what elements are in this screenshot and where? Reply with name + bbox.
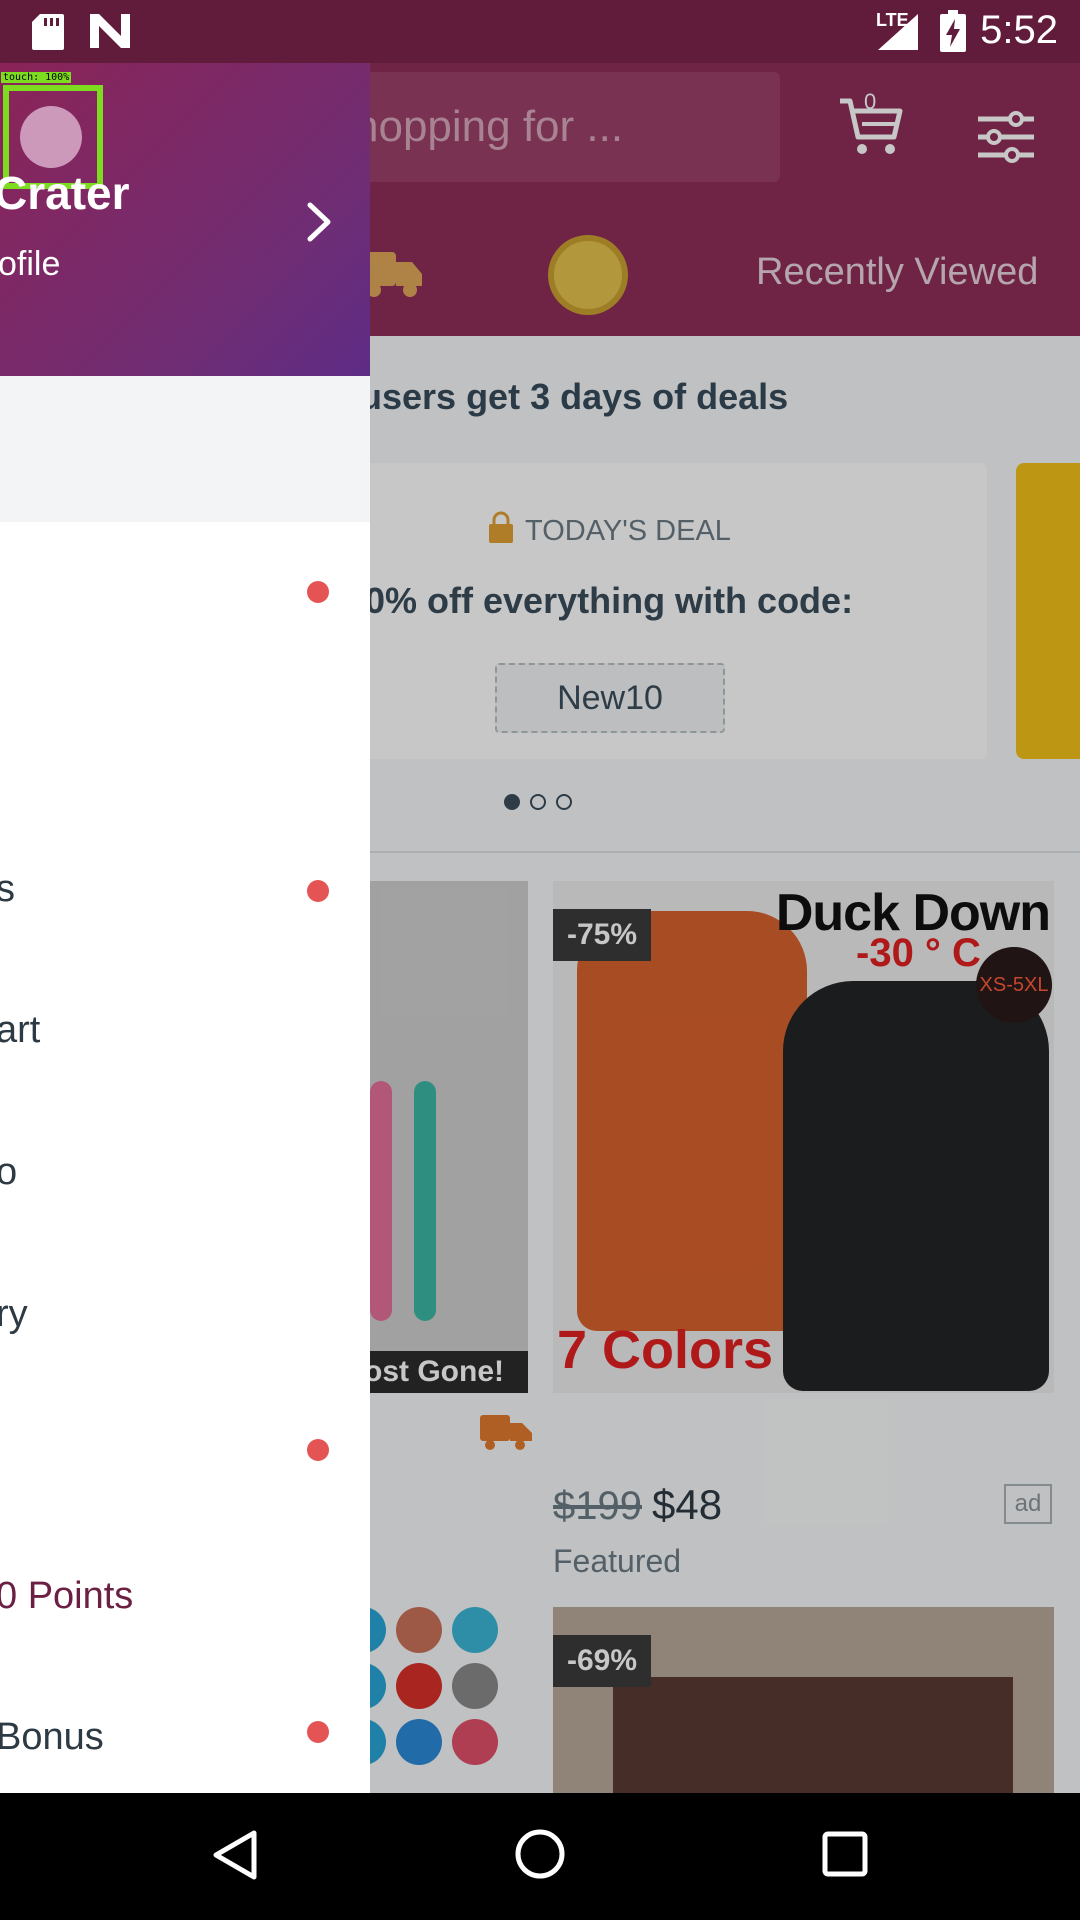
drawer-item-label: art	[0, 1009, 41, 1051]
notification-dot	[307, 1721, 329, 1743]
notification-dot	[307, 880, 329, 902]
user-name: Crater	[0, 167, 130, 219]
recents-icon[interactable]	[822, 1831, 868, 1877]
drawer-item[interactable]	[0, 522, 370, 662]
chevron-right-icon[interactable]	[306, 201, 332, 243]
drawer-header[interactable]: touch: 100% Crater ofile	[0, 63, 370, 376]
drawer-item[interactable]	[0, 1417, 370, 1557]
drawer-item-label: 0 Points	[0, 1575, 134, 1617]
drawer-item-points[interactable]: 0 Points	[0, 1557, 370, 1697]
battery-charging-icon	[940, 10, 966, 52]
drawer-item[interactable]: ry	[0, 1275, 370, 1415]
drawer-item-label: Bonus	[0, 1716, 104, 1758]
drawer-item-bonus[interactable]: Bonus	[0, 1699, 370, 1793]
drawer-item[interactable]: s	[0, 868, 370, 1008]
drawer-item[interactable]: o	[0, 1133, 370, 1273]
drawer-item[interactable]: art	[0, 993, 370, 1133]
view-profile-link[interactable]: ofile	[0, 245, 60, 284]
notification-dot	[307, 581, 329, 603]
home-icon[interactable]	[514, 1828, 566, 1880]
back-icon[interactable]	[212, 1829, 258, 1881]
n-logo-icon	[90, 14, 130, 48]
drawer-item-label: o	[0, 1151, 18, 1193]
drawer-section-band	[0, 376, 370, 522]
drawer-item-label: ry	[0, 1293, 28, 1335]
navigation-drawer: touch: 100% Crater ofile s art o ry 0 Po…	[0, 63, 370, 1793]
drawer-item-label: s	[0, 868, 15, 910]
lte-signal-icon	[878, 14, 918, 50]
sd-card-icon	[32, 14, 64, 50]
touch-indicator-label: touch: 100%	[1, 72, 72, 83]
system-nav-bar	[0, 1793, 1080, 1920]
notification-dot	[307, 1439, 329, 1461]
clock: 5:52	[980, 8, 1058, 52]
status-bar: LTE 5:52	[0, 0, 1080, 63]
